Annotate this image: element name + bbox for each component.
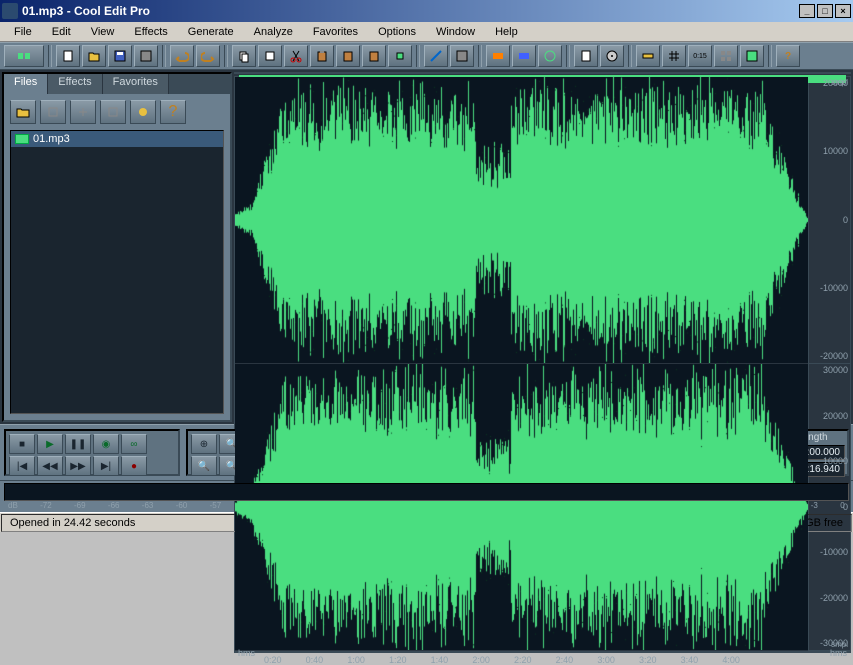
panel-edit-button[interactable]	[100, 100, 126, 124]
file-list[interactable]: 01.mp3	[10, 130, 224, 414]
forward-button[interactable]: ▶▶	[65, 456, 91, 476]
spectral-button[interactable]	[486, 45, 510, 67]
trim-button[interactable]	[388, 45, 412, 67]
paste-button[interactable]	[310, 45, 334, 67]
file-item[interactable]: 01.mp3	[11, 131, 223, 147]
maximize-button[interactable]: □	[817, 4, 833, 18]
file-name: 01.mp3	[33, 133, 70, 145]
tile-button[interactable]	[714, 45, 738, 67]
menu-window[interactable]: Window	[426, 24, 485, 40]
zoom-fit-button[interactable]: ⊕	[191, 434, 217, 454]
copy-new-button[interactable]	[258, 45, 282, 67]
loop-button[interactable]: ∞	[121, 434, 147, 454]
organizer-panel: Files Effects Favorites ? 01.mp3	[2, 72, 232, 422]
new-button[interactable]	[56, 45, 80, 67]
play-button[interactable]: ▶	[37, 434, 63, 454]
copy-button[interactable]	[232, 45, 256, 67]
display-button[interactable]: 0:15	[688, 45, 712, 67]
menu-help[interactable]: Help	[485, 24, 528, 40]
menu-file[interactable]: File	[4, 24, 42, 40]
paste-new-button[interactable]	[362, 45, 386, 67]
open-button[interactable]	[82, 45, 106, 67]
script-button[interactable]	[574, 45, 598, 67]
batch-button[interactable]	[134, 45, 158, 67]
zoom-left-button[interactable]: 🔍	[191, 456, 217, 476]
menu-favorites[interactable]: Favorites	[303, 24, 368, 40]
close-button[interactable]: ×	[835, 4, 851, 18]
mix-paste-button[interactable]	[336, 45, 360, 67]
panel-close-button[interactable]	[40, 100, 66, 124]
window-title: 01.mp3 - Cool Edit Pro	[22, 4, 799, 18]
main-toolbar: 0:15 ?	[0, 42, 853, 70]
cd-button[interactable]	[600, 45, 624, 67]
cut-button[interactable]	[284, 45, 308, 67]
level-meter[interactable]	[4, 483, 849, 501]
pause-button[interactable]: ❚❚	[65, 434, 91, 454]
app-icon	[2, 3, 18, 19]
tab-effects[interactable]: Effects	[48, 74, 102, 94]
freq-button[interactable]	[512, 45, 536, 67]
menu-effects[interactable]: Effects	[124, 24, 177, 40]
transport-controls: ■ ▶ ❚❚ ◉ ∞ |◀ ◀◀ ▶▶ ▶| ●	[4, 429, 180, 476]
titlebar: 01.mp3 - Cool Edit Pro _ □ ×	[0, 0, 853, 22]
organizer-tabs: Files Effects Favorites	[4, 74, 230, 94]
waveform-icon	[15, 134, 29, 144]
minimize-button[interactable]: _	[799, 4, 815, 18]
stop-button[interactable]: ■	[9, 434, 35, 454]
tab-files[interactable]: Files	[4, 74, 48, 94]
time-ruler[interactable]: hms hms 0:200:401:001:201:402:002:202:40…	[234, 652, 851, 653]
save-button[interactable]	[108, 45, 132, 67]
panel-help-button[interactable]: ?	[160, 100, 186, 124]
panel-options-button[interactable]	[130, 100, 156, 124]
mode-toggle-button[interactable]	[4, 45, 44, 67]
ruler-button[interactable]	[636, 45, 660, 67]
settings-button[interactable]	[450, 45, 474, 67]
panel-open-button[interactable]	[10, 100, 36, 124]
help-button[interactable]: ?	[776, 45, 800, 67]
redo-button[interactable]	[196, 45, 220, 67]
record-button[interactable]: ●	[121, 456, 147, 476]
convert-button[interactable]	[424, 45, 448, 67]
menubar: File Edit View Effects Generate Analyze …	[0, 22, 853, 42]
goto-start-button[interactable]: |◀	[9, 456, 35, 476]
menu-view[interactable]: View	[81, 24, 125, 40]
panel-insert-button[interactable]	[70, 100, 96, 124]
undo-button[interactable]	[170, 45, 194, 67]
menu-edit[interactable]: Edit	[42, 24, 81, 40]
grid-button[interactable]	[662, 45, 686, 67]
waveform-display[interactable]	[235, 77, 808, 651]
menu-options[interactable]: Options	[368, 24, 426, 40]
menu-generate[interactable]: Generate	[178, 24, 244, 40]
rewind-button[interactable]: ◀◀	[37, 456, 63, 476]
tab-favorites[interactable]: Favorites	[103, 74, 169, 94]
phase-button[interactable]	[538, 45, 562, 67]
menu-analyze[interactable]: Analyze	[244, 24, 303, 40]
amplitude-scale: smpl 20000 10000 0 -10000 -20000 30000 2…	[808, 77, 850, 651]
goto-end-button[interactable]: ▶|	[93, 456, 119, 476]
overview-bar[interactable]	[234, 72, 851, 74]
organizer-button[interactable]	[740, 45, 764, 67]
play-loop-button[interactable]: ◉	[93, 434, 119, 454]
